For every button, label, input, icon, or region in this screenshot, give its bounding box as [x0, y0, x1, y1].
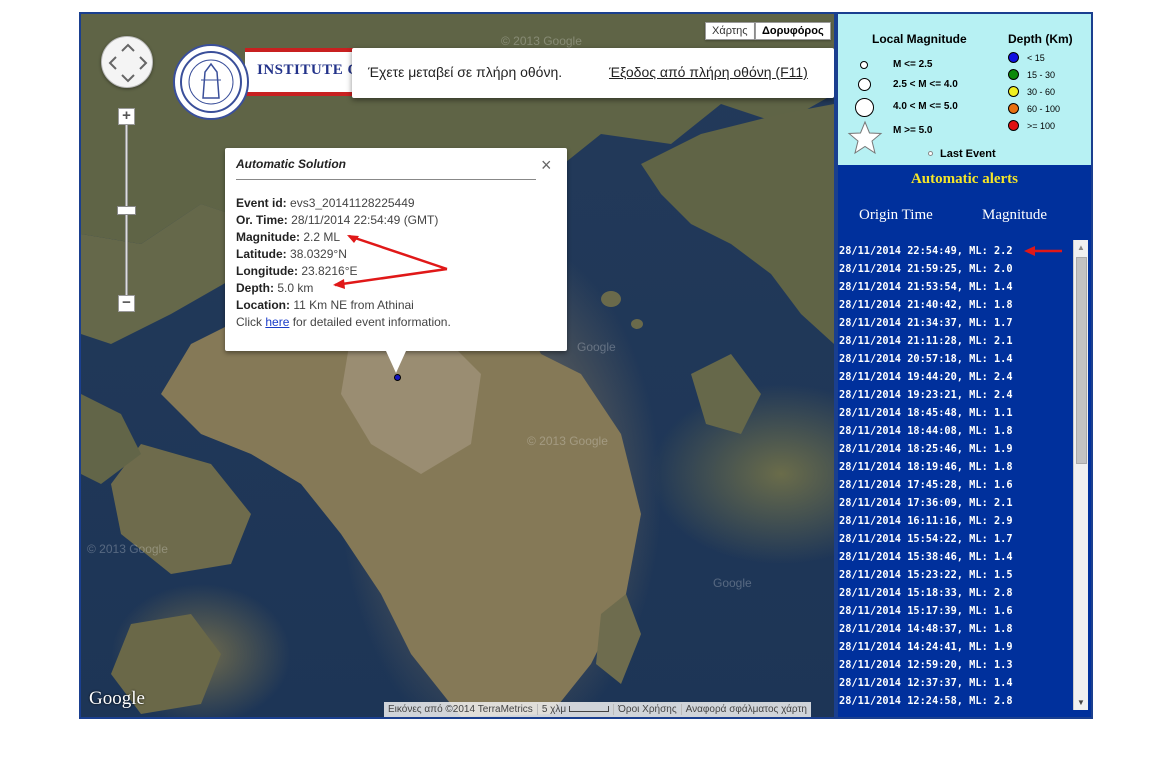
alert-row[interactable]: 28/11/2014 15:18:33, ML: 2.8 — [838, 584, 1072, 602]
depth-dot-icon — [1008, 103, 1019, 114]
imagery-credit: Εικόνες από ©2014 TerraMetrics — [384, 704, 538, 715]
legend-panel: Local Magnitude Depth (Km) M <= 2.5 2.5 … — [838, 14, 1091, 165]
alert-row[interactable]: 28/11/2014 15:23:22, ML: 1.5 — [838, 566, 1072, 584]
latest-alert-arrow — [1024, 246, 1062, 256]
depth-dot-icon — [1008, 86, 1019, 97]
alert-row[interactable]: 28/11/2014 21:40:42, ML: 1.8 — [838, 296, 1072, 314]
alerts-scrollbar[interactable]: ▲ ▼ — [1073, 240, 1088, 710]
alert-list[interactable]: 28/11/2014 22:54:49, ML: 2.2 28/11/2014 2… — [838, 242, 1072, 712]
alert-row[interactable]: 28/11/2014 15:54:22, ML: 1.7 — [838, 530, 1072, 548]
depth-class-label: 30 - 60 — [1027, 87, 1056, 97]
arrow-to-depth — [334, 267, 448, 287]
magnitude-class-label: 2.5 < M <= 4.0 — [893, 79, 958, 90]
scroll-thumb[interactable] — [1076, 257, 1087, 464]
automatic-alerts-panel: Automatic alerts Origin Time Magnitude 2… — [838, 165, 1091, 717]
map-attribution: Εικόνες από ©2014 TerraMetrics 5 χλμ Όροι … — [384, 702, 811, 717]
scroll-up-arrow-icon[interactable]: ▲ — [1074, 240, 1088, 255]
map-scale: 5 χλμ — [537, 704, 615, 715]
small-circle-icon — [860, 61, 868, 69]
alert-row[interactable]: 28/11/2014 12:37:37, ML: 1.4 — [838, 674, 1072, 692]
alert-row[interactable]: 28/11/2014 18:25:46, ML: 1.9 — [838, 440, 1072, 458]
arrow-head — [1024, 246, 1035, 256]
alert-row[interactable]: 28/11/2014 18:44:08, ML: 1.8 — [838, 422, 1072, 440]
magnitude-class-label: M >= 5.0 — [893, 125, 933, 136]
arrow-head — [333, 279, 345, 289]
google-logo[interactable]: Google — [89, 688, 145, 710]
scale-label: 5 χλμ — [541, 704, 567, 715]
alert-row[interactable]: 28/11/2014 15:38:46, ML: 1.4 — [838, 548, 1072, 566]
alert-row[interactable]: 28/11/2014 18:45:48, ML: 1.1 — [838, 404, 1072, 422]
depth-dot-icon — [1008, 69, 1019, 80]
depth-class-label: < 15 — [1027, 53, 1045, 63]
alert-row[interactable]: 28/11/2014 20:57:18, ML: 1.4 — [838, 350, 1072, 368]
alert-row[interactable]: 28/11/2014 19:44:20, ML: 2.4 — [838, 368, 1072, 386]
large-circle-icon — [855, 98, 874, 117]
last-event-label: Last Event — [940, 148, 996, 160]
alert-row[interactable]: 28/11/2014 12:24:58, ML: 2.8 — [838, 692, 1072, 710]
depth-dot-icon — [1008, 120, 1019, 131]
magnitude-class-label: 4.0 < M <= 5.0 — [893, 101, 958, 112]
alert-row[interactable]: 28/11/2014 15:17:39, ML: 1.6 — [838, 602, 1072, 620]
alert-row[interactable]: 28/11/2014 14:48:37, ML: 1.8 — [838, 620, 1072, 638]
alert-row[interactable]: 28/11/2014 21:34:37, ML: 1.7 — [838, 314, 1072, 332]
alert-row[interactable]: 28/11/2014 14:24:41, ML: 1.9 — [838, 638, 1072, 656]
report-error-link[interactable]: Αναφορά σφάλματος χάρτη — [682, 704, 811, 715]
alert-row[interactable]: 28/11/2014 19:23:21, ML: 2.4 — [838, 386, 1072, 404]
alert-row[interactable]: 28/11/2014 17:36:09, ML: 2.1 — [838, 494, 1072, 512]
last-event-icon — [928, 151, 933, 156]
magnitude-legend-title: Local Magnitude — [872, 32, 967, 46]
medium-circle-icon — [858, 78, 871, 91]
map-view[interactable]: © 2013 Google © 2013 Google © 2013 Googl… — [81, 14, 834, 717]
depth-class-label: 15 - 30 — [1027, 70, 1056, 80]
magnitude-class-label: M <= 2.5 — [893, 59, 933, 70]
depth-legend-title: Depth (Km) — [1008, 32, 1073, 46]
alert-row[interactable]: 28/11/2014 16:11:16, ML: 2.9 — [838, 512, 1072, 530]
scroll-down-arrow-icon[interactable]: ▼ — [1074, 695, 1088, 710]
arrow-to-magnitude — [348, 234, 448, 271]
terms-link[interactable]: Όροι Χρήσης — [614, 704, 682, 715]
alert-row[interactable]: 28/11/2014 18:19:46, ML: 1.8 — [838, 458, 1072, 476]
alert-row[interactable]: 28/11/2014 21:11:28, ML: 2.1 — [838, 332, 1072, 350]
scale-bar — [569, 706, 610, 713]
depth-class-label: 60 - 100 — [1027, 104, 1061, 114]
annotation-arrows — [333, 234, 448, 289]
depth-dot-icon — [1008, 52, 1019, 63]
alert-row[interactable]: 28/11/2014 12:59:20, ML: 1.3 — [838, 656, 1072, 674]
alert-row[interactable]: 28/11/2014 17:45:28, ML: 1.6 — [838, 476, 1072, 494]
star-icon — [847, 120, 883, 155]
depth-class-label: >= 100 — [1027, 121, 1056, 131]
